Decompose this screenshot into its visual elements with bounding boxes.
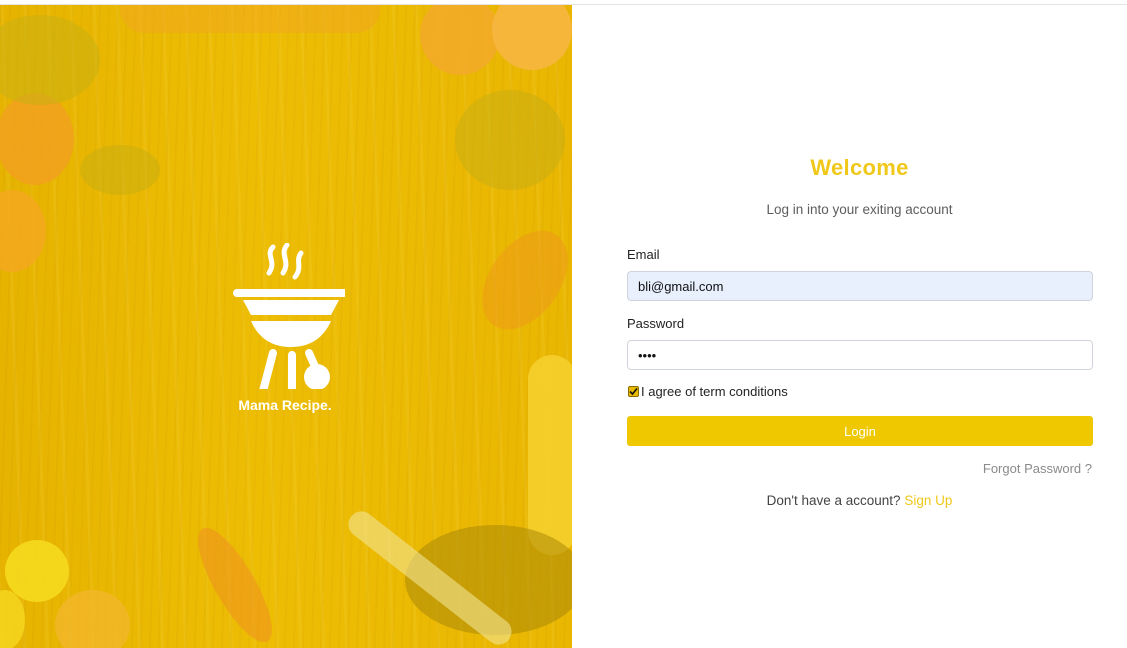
decor-crayfish [185,518,285,648]
decor-chili [464,214,572,346]
brand-logo: Mama Recipe. [218,243,352,413]
decor-orange-slice [492,5,572,70]
page-title: Welcome [810,155,909,180]
check-icon [629,387,638,396]
decor-orange [0,190,46,272]
email-input[interactable] [627,271,1093,301]
forgot-password-link[interactable]: Forgot Password ? [983,461,1092,476]
brand-name: Mama Recipe. [238,397,332,413]
decor-bowl [55,590,130,648]
agree-label: I agree of term conditions [641,384,788,399]
decor-lemon [0,590,25,648]
hero-panel: Mama Recipe. [0,5,572,648]
agree-checkbox[interactable] [628,386,639,397]
decor-orange [0,93,74,185]
email-label: Email [627,247,660,262]
login-panel: Welcome Log in into your exiting account… [572,5,1127,648]
top-divider [0,0,1127,5]
decor-bread [420,5,500,75]
password-label: Password [627,316,685,331]
page-subtitle: Log in into your exiting account [766,202,953,217]
signup-prompt: Don't have a account? [766,493,905,508]
login-button[interactable]: Login [627,416,1093,446]
decor-lettuce [455,90,565,190]
decor-leaves [80,145,160,195]
decor-leaves [0,15,100,105]
decor-shrimp [120,5,380,33]
signup-link[interactable]: Sign Up [904,493,952,508]
signup-row: Don't have a account? Sign Up [572,493,1127,508]
agree-terms[interactable]: I agree of term conditions [628,384,788,399]
grill-icon [233,243,345,389]
decor-corn [528,355,572,555]
password-input[interactable] [627,340,1093,370]
